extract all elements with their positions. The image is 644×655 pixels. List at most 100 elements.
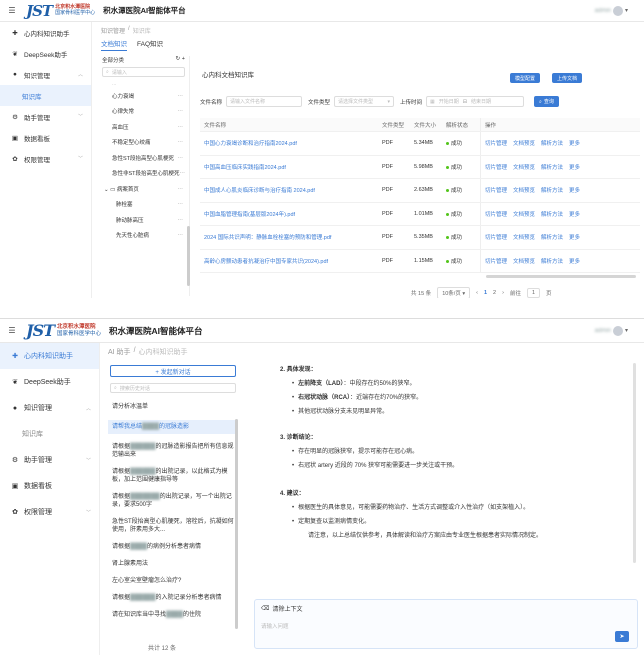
action-link[interactable]: 更多 <box>569 210 580 218</box>
action-link[interactable]: 更多 <box>569 233 580 241</box>
conversation-item[interactable]: 请根据██████的出院记录，以此格式为模板，加上范围健康指导等 <box>108 468 238 484</box>
file-name-link[interactable]: 2024 国际共识声明：静脉血栓栓塞的预防和管理.pdf <box>200 233 382 241</box>
conversation-item[interactable]: 肾上腺素用法 <box>108 560 238 568</box>
tree-item[interactable]: 不稳定型心绞痛 ⋯ <box>98 135 189 151</box>
chat-scrollbar[interactable] <box>633 363 636 563</box>
action-link[interactable]: 切片管理 <box>485 186 507 194</box>
tab-doc-knowledge[interactable]: 文档知识 <box>101 38 127 51</box>
upload-doc-button[interactable]: 上传文档 <box>552 73 583 83</box>
sidebar-item-cardio[interactable]: ✚ 心内科知识助手 <box>0 22 91 43</box>
action-link[interactable]: 更多 <box>569 163 580 171</box>
file-name-link[interactable]: 高龄心房颤动患者抗凝治疗中国专家共识(2024).pdf <box>200 257 382 265</box>
file-name-link[interactable]: 中国高血压临床实践指南2024.pdf <box>200 163 382 171</box>
sidebar-item-cardio[interactable]: ✚ 心内科知识助手 <box>0 343 99 369</box>
tree-item[interactable]: 肺栓塞 ⋯ <box>98 197 189 213</box>
date-range-picker[interactable]: ▦ 开始日期 ⊟ 结束日期 <box>426 96 525 107</box>
sidebar-item-assistant-mgmt[interactable]: ⚙ 助手管理 ﹀ <box>0 106 91 127</box>
tree-item[interactable]: 肺动脉高压 ⋯ <box>98 212 189 228</box>
file-name-link[interactable]: 中国血脂管理指南(基层版2024年).pdf <box>200 210 382 218</box>
action-link[interactable]: 文档预览 <box>513 186 535 194</box>
search-button[interactable]: ⌕ 查询 <box>534 96 559 107</box>
file-name-link[interactable]: 中国心力衰竭诊断和治疗指南2024.pdf <box>200 139 382 147</box>
sidebar-item-assistant-mgmt[interactable]: ⚙ 助手管理 ﹀ <box>0 447 99 473</box>
question-input[interactable]: 请输入问题 <box>261 622 289 630</box>
tree-item[interactable]: 心律失常 ⋯ <box>98 104 189 120</box>
tree-item[interactable]: ⌄ ▭ 病案首页 ⋯ <box>98 181 189 197</box>
user-menu[interactable]: admin ▾ <box>595 5 628 16</box>
more-icon[interactable]: ⋯ <box>178 217 184 223</box>
action-link[interactable]: 更多 <box>569 186 580 194</box>
tab-faq-knowledge[interactable]: FAQ知识 <box>137 38 163 51</box>
action-link[interactable]: 文档预览 <box>513 257 535 265</box>
conversation-item[interactable]: 请根据████的病例分析患者病情 <box>108 543 238 551</box>
send-button[interactable]: ➤ <box>615 631 629 642</box>
tree-item[interactable]: 急性ST段抬高型心肌梗死 ⋯ <box>98 150 189 166</box>
model-config-button[interactable]: 模型配置 <box>510 73 541 83</box>
file-name-link[interactable]: 中国成人心肌炎临床诊断与治疗指南 2024.pdf <box>200 186 382 194</box>
sidebar-item-permissions[interactable]: ✿ 权限管理 ﹀ <box>0 148 91 169</box>
clear-context-button[interactable]: ⌫ 清除上下文 <box>261 604 303 613</box>
conversation-item[interactable]: 请根据██████的入院记录分析患者病情 <box>108 594 238 602</box>
user-menu[interactable]: admin ▾ <box>595 325 628 336</box>
more-icon[interactable]: ⋯ <box>178 201 184 207</box>
conversation-item[interactable]: 急性ST段抬高型心肌梗死，溶栓后，抗凝如何使用，肝素用多大... <box>108 518 238 534</box>
menu-toggle-icon[interactable]: ☰ <box>6 6 18 15</box>
table-h-scrollbar[interactable] <box>486 275 636 278</box>
tree-item[interactable]: 心力衰竭 ⋯ <box>98 88 189 104</box>
sidebar-item-knowledge[interactable]: ● 知识管理 ︿ <box>0 64 91 85</box>
tree-item[interactable]: 急性非ST段抬高型心肌梗死 ⋯ <box>98 166 189 182</box>
page-1[interactable]: 1 <box>484 290 487 296</box>
action-link[interactable]: 解析方法 <box>541 257 563 265</box>
conversation-item[interactable]: 请在知识库当中寻找████的住院 <box>108 611 238 619</box>
conversation-item[interactable]: 左心室尖室壁瘤怎么治疗? <box>108 577 238 585</box>
sidebar-item-dashboard[interactable]: ▣ 数据看板 <box>0 127 91 148</box>
goto-input[interactable]: 1 <box>526 288 541 298</box>
action-link[interactable]: 切片管理 <box>485 139 507 147</box>
action-link[interactable]: 文档预览 <box>513 163 535 171</box>
action-link[interactable]: 更多 <box>569 139 580 147</box>
sidebar-item-dashboard[interactable]: ▣ 数据看板 <box>0 473 99 499</box>
conversation-item[interactable]: 请分析冰温单 <box>108 403 238 411</box>
page-2[interactable]: 2 <box>493 290 496 296</box>
tree-scrollbar[interactable] <box>187 226 190 286</box>
more-icon[interactable]: ⋯ <box>178 108 184 114</box>
conversation-item[interactable]: 请根据███████的出院记录，写一个出院记录，要求500字 <box>108 493 238 509</box>
action-link[interactable]: 切片管理 <box>485 210 507 218</box>
more-icon[interactable]: ⋯ <box>178 232 184 238</box>
page-size-select[interactable]: 10条/页 ▾ <box>437 287 471 298</box>
action-link[interactable]: 解析方法 <box>541 163 563 171</box>
action-link[interactable]: 解析方法 <box>541 210 563 218</box>
avatar[interactable] <box>612 5 623 16</box>
filetype-select[interactable]: 请选择文件类型 ▾ <box>334 96 395 107</box>
action-link[interactable]: 解析方法 <box>541 233 563 241</box>
tree-search-input[interactable]: ⌕ 请输入 <box>102 67 185 77</box>
sidebar-item-knowledge[interactable]: ● 知识管理 ︿ <box>0 395 99 421</box>
action-link[interactable]: 解析方法 <box>541 139 563 147</box>
breadcrumb-knowledge[interactable]: 知识管理 <box>101 26 125 35</box>
new-chat-button[interactable]: + 发起新对话 <box>110 365 236 377</box>
avatar[interactable] <box>612 325 623 336</box>
sidebar-item-deepseek[interactable]: ❦ DeepSeek助手 <box>0 43 91 64</box>
more-icon[interactable]: ⋯ <box>178 139 184 145</box>
more-icon[interactable]: ⋯ <box>178 124 184 130</box>
action-link[interactable]: 文档预览 <box>513 210 535 218</box>
conversation-search-input[interactable]: ⌕ 搜索历史对话 <box>110 383 236 393</box>
next-page-icon[interactable]: › <box>502 290 504 296</box>
more-icon[interactable]: ⋯ <box>180 170 186 176</box>
sidebar-item-permissions[interactable]: ✿ 权限管理 ﹀ <box>0 499 99 525</box>
add-icon[interactable]: + <box>182 56 185 62</box>
action-link[interactable]: 切片管理 <box>485 233 507 241</box>
tree-item[interactable]: 先天性心脏病 ⋯ <box>98 228 189 244</box>
sidebar-item-knowledge-base[interactable]: 知识库 <box>0 85 91 106</box>
breadcrumb-ai-assistant[interactable]: AI 助手 <box>108 347 131 357</box>
action-link[interactable]: 解析方法 <box>541 186 563 194</box>
conversation-item[interactable]: 请根据██████的冠脉造影报告把所有信息规范输出来 <box>108 443 238 459</box>
conversation-scrollbar[interactable] <box>235 419 238 629</box>
conversation-item[interactable]: 请帮我总结████的冠脉造影 <box>108 420 238 434</box>
filename-input[interactable]: 请输入文件名称 <box>226 96 303 107</box>
sidebar-item-deepseek[interactable]: ❦ DeepSeek助手 <box>0 369 99 395</box>
prev-page-icon[interactable]: ‹ <box>476 290 478 296</box>
action-link[interactable]: 切片管理 <box>485 257 507 265</box>
action-link[interactable]: 切片管理 <box>485 163 507 171</box>
menu-toggle-icon[interactable]: ☰ <box>6 326 18 335</box>
